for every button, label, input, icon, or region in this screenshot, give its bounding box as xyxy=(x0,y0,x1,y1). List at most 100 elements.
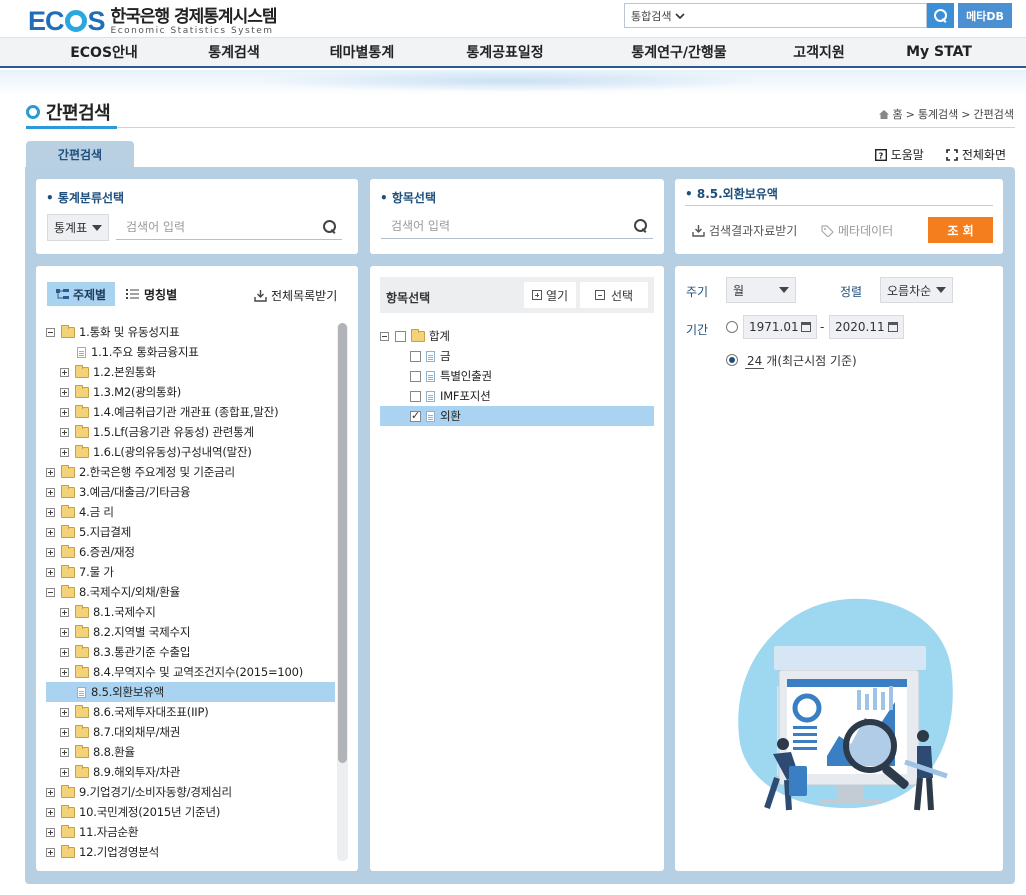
tree-row[interactable]: 5.지급결제 xyxy=(46,522,131,542)
expand-icon[interactable] xyxy=(46,827,55,837)
search-icon[interactable] xyxy=(323,220,336,233)
item-search-field[interactable] xyxy=(381,213,653,239)
tree-row[interactable]: 8.4.무역지수 및 교역조건지수(2015=100) xyxy=(46,662,303,682)
sort-select[interactable]: 오름차순 xyxy=(880,277,953,303)
nav-customer-support[interactable]: 고객지원 xyxy=(766,38,872,66)
tab-simple-search[interactable]: 간편검색 xyxy=(26,141,134,168)
tree-row[interactable]: 3.예금/대출금/기타금융 xyxy=(46,482,191,502)
expand-icon[interactable] xyxy=(46,547,55,557)
nav-theme-stats[interactable]: 테마별통계 xyxy=(306,38,418,66)
collapse-icon[interactable] xyxy=(46,587,55,597)
tree-row[interactable]: 4.금 리 xyxy=(46,502,114,522)
select-button[interactable]: 선택 xyxy=(580,282,648,308)
tree-row[interactable]: 8.9.해외투자/차관 xyxy=(46,762,180,782)
tree-row[interactable]: 2.한국은행 주요계정 및 기준금리 xyxy=(46,462,235,482)
item-checkbox[interactable] xyxy=(410,370,421,382)
download-results-button[interactable]: 검색결과자료받기 xyxy=(692,222,797,239)
search-scope-select[interactable]: 통합검색 xyxy=(631,8,686,24)
tree-row[interactable]: 1.1.주요 통화금융지표 xyxy=(46,342,199,362)
tree-row[interactable]: 1.6.L(광의유동성)구성내역(말잔) xyxy=(46,442,252,462)
tree-row[interactable]: 8.3.통관기준 수출입 xyxy=(46,642,190,662)
nav-stat-search[interactable]: 통계검색 xyxy=(178,38,290,66)
expand-button[interactable]: 열기 xyxy=(524,282,576,308)
tree-scrollbar[interactable] xyxy=(337,323,348,861)
breadcrumb-stat-search[interactable]: 통계검색 xyxy=(918,106,958,122)
tree-row[interactable]: 9.기업경기/소비자동향/경제심리 xyxy=(46,782,232,802)
tab-by-topic[interactable]: 주제별 xyxy=(47,282,115,306)
period-range-radio[interactable] xyxy=(726,321,738,333)
recent-count-input[interactable]: 24 xyxy=(745,354,765,369)
item-row[interactable]: 금 xyxy=(380,346,451,366)
tree-row[interactable]: 8.8.환율 xyxy=(46,742,135,762)
tree-row[interactable]: 1.2.본원통화 xyxy=(46,362,156,382)
tree-row[interactable]: 8.6.국제투자대조표(IIP) xyxy=(46,702,209,722)
tree-row[interactable]: 6.증권/재정 xyxy=(46,542,135,562)
classify-type-select[interactable]: 통계표 xyxy=(47,214,109,241)
tree-row[interactable]: 10.국민계정(2015년 기준년) xyxy=(46,802,220,822)
tab-by-name[interactable]: 명칭별 xyxy=(126,282,177,306)
global-search-input[interactable]: 통합검색 xyxy=(624,3,927,28)
item-checkbox[interactable] xyxy=(410,409,421,422)
tree-row[interactable]: 11.자금순환 xyxy=(46,822,138,842)
item-checkbox[interactable] xyxy=(410,390,421,402)
expand-icon[interactable] xyxy=(60,427,69,437)
tree-row[interactable]: 12.기업경영분석 xyxy=(46,842,159,862)
meta-db-button[interactable]: 메타DB xyxy=(958,3,1012,28)
tree-scrollbar-thumb[interactable] xyxy=(338,323,347,763)
expand-icon[interactable] xyxy=(60,647,69,657)
expand-icon[interactable] xyxy=(60,667,69,677)
breadcrumb-home[interactable]: 홈 xyxy=(892,106,902,122)
expand-icon[interactable] xyxy=(46,847,55,857)
expand-icon[interactable] xyxy=(60,727,69,737)
item-row[interactable]: IMF포지션 xyxy=(380,386,491,406)
tree-row[interactable]: 8.국제수지/외채/환율 xyxy=(46,582,180,602)
item-root-row[interactable]: 합계 xyxy=(380,326,450,346)
expand-icon[interactable] xyxy=(60,707,69,717)
help-button[interactable]: ? 도움말 xyxy=(874,146,924,163)
expand-icon[interactable] xyxy=(60,407,69,417)
nav-my-stat[interactable]: My STAT xyxy=(886,38,992,66)
tree-row[interactable]: 1.4.예금취급기관 개관표 (종합표,말잔) xyxy=(46,402,279,422)
calendar-icon[interactable] xyxy=(888,322,898,332)
tree-row[interactable]: 8.1.국제수지 xyxy=(46,602,156,622)
item-root-checkbox[interactable] xyxy=(395,330,406,342)
query-button[interactable]: 조 회 xyxy=(928,217,993,243)
classify-search-field[interactable] xyxy=(116,214,342,240)
end-date-field[interactable]: 2020.11 xyxy=(829,315,904,339)
nav-release-schedule[interactable]: 통계공표일정 xyxy=(445,38,565,66)
expand-icon[interactable] xyxy=(60,747,69,757)
item-search-input[interactable] xyxy=(381,218,634,233)
tree-row[interactable]: 7.물 가 xyxy=(46,562,114,582)
tree-row[interactable]: 1.통화 및 유동성지표 xyxy=(46,322,180,342)
calendar-icon[interactable] xyxy=(801,322,811,332)
search-icon[interactable] xyxy=(634,219,647,232)
item-checkbox[interactable] xyxy=(410,350,421,362)
classify-search-input[interactable] xyxy=(116,219,323,234)
collapse-icon[interactable] xyxy=(380,331,389,341)
expand-icon[interactable] xyxy=(46,787,55,797)
expand-icon[interactable] xyxy=(60,627,69,637)
period-recent-radio[interactable] xyxy=(726,354,738,366)
nav-ecos-intro[interactable]: ECOS안내 xyxy=(48,38,160,66)
tree-row[interactable]: 1.5.Lf(금융기관 유동성) 관련통계 xyxy=(46,422,254,442)
tree-row[interactable]: 8.2.지역별 국제수지 xyxy=(46,622,190,642)
tree-row[interactable]: 1.3.M2(광의통화) xyxy=(46,382,181,402)
expand-icon[interactable] xyxy=(46,467,55,477)
expand-icon[interactable] xyxy=(46,567,55,577)
item-row[interactable]: 특별인출권 xyxy=(380,366,492,386)
expand-icon[interactable] xyxy=(60,447,69,457)
global-search-button[interactable] xyxy=(927,3,954,28)
tree-row[interactable]: 8.5.외환보유액 xyxy=(46,682,335,702)
expand-icon[interactable] xyxy=(46,527,55,537)
expand-icon[interactable] xyxy=(46,487,55,497)
tree-row[interactable]: 8.7.대외채무/채권 xyxy=(46,722,180,742)
expand-icon[interactable] xyxy=(46,807,55,817)
expand-icon[interactable] xyxy=(46,507,55,517)
fullscreen-button[interactable]: 전체화면 xyxy=(946,146,1006,163)
expand-icon[interactable] xyxy=(60,767,69,777)
ecos-logo[interactable]: EC S 한국은행 경제통계시스템 Economic Statistics Sys… xyxy=(28,7,277,36)
cycle-select[interactable]: 월 xyxy=(726,277,796,303)
item-row[interactable]: 외환 xyxy=(380,406,654,426)
download-all-list-button[interactable]: 전체목록받기 xyxy=(254,287,337,304)
expand-icon[interactable] xyxy=(60,607,69,617)
